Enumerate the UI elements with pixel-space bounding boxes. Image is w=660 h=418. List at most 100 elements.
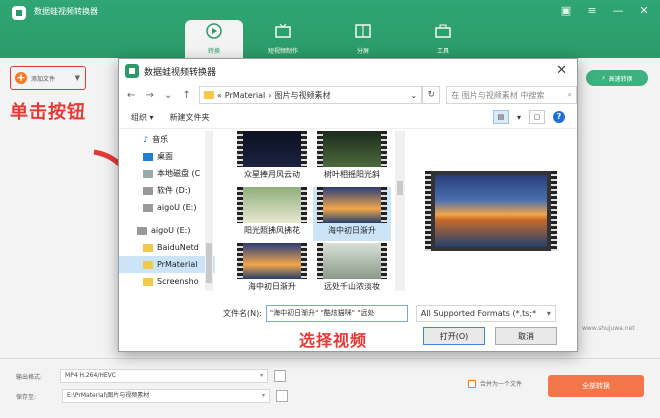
nav-pane: ♪ 音乐 桌面 本地磁盘 (C 软件 (D:) aigoU (E:) aigoU… [119, 131, 215, 291]
format-settings-icon[interactable] [274, 370, 287, 382]
file-item[interactable]: 海中初日渐升 [233, 243, 311, 291]
file-item[interactable]: 树叶相摇阳光斜 [313, 131, 391, 185]
file-list: 众星捧月风云动 树叶相摇阳光斜 阳光照拂风拂花 海中初日渐升 海中初日渐升 远处… [229, 131, 395, 291]
file-item[interactable]: 阳光照拂风拂花 [233, 187, 311, 241]
merge-option[interactable]: 合并为一个文件 [468, 379, 522, 388]
sidebar-item-prmaterial[interactable]: PrMaterial [119, 256, 215, 273]
annotation-click: 单击按钮 [10, 102, 86, 123]
close-icon[interactable]: ✕ [636, 4, 652, 17]
view-controls: ▤ ▾ ▢ ? [492, 110, 565, 124]
address-bar[interactable]: « PrMaterial › 图片与视频素材 ⌄ [198, 86, 423, 104]
breadcrumb-prmaterial[interactable]: PrMaterial [225, 91, 265, 100]
forward-icon[interactable]: → [143, 90, 155, 101]
desktop-icon [143, 152, 153, 161]
cancel-button[interactable]: 取消 [495, 327, 557, 345]
file-item[interactable]: 海中初日渐升 [313, 187, 391, 241]
video-thumbnail [237, 243, 307, 279]
new-folder-button[interactable]: 新建文件夹 [170, 112, 210, 123]
save-to-label: 保存至: [16, 393, 37, 401]
back-icon[interactable]: ← [125, 90, 137, 101]
file-list-scrollbar[interactable] [395, 131, 405, 291]
top-bar: 数据蛙视频转换器 ▣ ≡ — ✕ 转换 短视频制作 分屏 工具 [0, 0, 660, 58]
organize-button[interactable]: 组织 ▾ [131, 112, 154, 123]
video-thumbnail [317, 131, 387, 167]
tab-split-screen[interactable]: 分屏 [323, 20, 403, 58]
folder-icon [143, 277, 153, 286]
music-icon: ♪ [143, 135, 149, 144]
convert-icon [205, 22, 223, 40]
sidebar-item-desktop[interactable]: 桌面 [119, 148, 215, 165]
watermark: www.shujuwa.net [582, 325, 635, 332]
app-window: 数据蛙视频转换器 ▣ ≡ — ✕ 转换 短视频制作 分屏 工具 + 添加文件 ▼… [0, 0, 660, 418]
view-mode-icon[interactable]: ▤ [492, 110, 509, 124]
dialog-title: 数据蛙视频转换器 [144, 67, 217, 78]
dialog-buttons: 打开(O) 取消 [423, 327, 557, 345]
minimize-icon[interactable]: — [610, 4, 626, 17]
sidebar-item-screenshots[interactable]: Screensho [119, 273, 215, 290]
nav-scrollbar[interactable] [205, 131, 213, 291]
tab-convert[interactable]: 转换 [185, 20, 243, 58]
output-format-select[interactable]: MP4 H.264/HEVC [60, 369, 269, 383]
sidebar-item-drive-d[interactable]: 软件 (D:) [119, 182, 215, 199]
drive-icon [143, 186, 153, 195]
tab-tools[interactable]: 工具 [403, 20, 483, 58]
tv-icon [274, 22, 292, 40]
chevron-down-icon[interactable]: ⌄ [411, 91, 418, 100]
refresh-icon[interactable]: ↻ [422, 86, 441, 104]
drive-icon [143, 169, 153, 178]
file-name-input[interactable]: "海中初日渐升" "酷炫猫咪" "远处 [265, 304, 408, 322]
video-thumbnail [237, 187, 307, 223]
app-title: 数据蛙视频转换器 [34, 7, 98, 16]
folder-icon [143, 243, 153, 252]
file-item[interactable]: 众星捧月风云动 [233, 131, 311, 185]
video-thumbnail [237, 131, 307, 167]
add-file-button[interactable]: + 添加文件 ▼ [10, 66, 86, 90]
merge-checkbox[interactable] [468, 379, 476, 388]
file-type-select[interactable]: All Supported Formats (*.ts;* [415, 304, 556, 322]
output-format-row: 输出格式: MP4 H.264/HEVC [16, 369, 287, 383]
video-preview-image [435, 175, 547, 247]
chevron-down-icon[interactable]: ▼ [75, 74, 80, 82]
chevron-down-icon[interactable]: ▾ [517, 113, 521, 122]
app-logo-icon [125, 64, 139, 78]
dialog-title-bar: 数据蛙视频转换器 [119, 59, 577, 83]
high-speed-button[interactable]: ⚡ 高速转换 [586, 70, 648, 86]
folder-icon [143, 260, 153, 269]
navigation-row: ← → ⌄ ↑ « PrMaterial › 图片与视频素材 ⌄ ↻ 在 图片与… [119, 83, 577, 107]
plus-icon: + [15, 71, 27, 84]
sidebar-item-drive-e[interactable]: aigoU (E:) [119, 199, 215, 216]
bolt-icon: ⚡ [601, 74, 606, 82]
drive-icon [143, 203, 153, 212]
split-screen-icon [354, 22, 372, 40]
window-controls: ▣ ≡ — ✕ [558, 4, 652, 17]
output-format-label: 输出格式: [16, 373, 43, 381]
preview-pane-icon[interactable]: ▢ [529, 110, 545, 124]
file-name-row: 文件名(N): "海中初日渐升" "酷炫猫咪" "远处 All Supporte… [119, 303, 579, 323]
chevron-down-icon[interactable]: ⌄ [162, 90, 174, 101]
sidebar-item-drive-c[interactable]: 本地磁盘 (C [119, 165, 215, 182]
sidebar-item-baidunetdisk[interactable]: BaiduNetd [119, 239, 215, 256]
close-icon[interactable]: ✕ [556, 63, 567, 78]
file-name-label: 文件名(N): [223, 308, 262, 318]
open-folder-icon[interactable] [276, 390, 289, 402]
help-icon[interactable]: ? [553, 111, 565, 123]
sidebar-item-music[interactable]: ♪ 音乐 [119, 131, 215, 148]
search-input[interactable]: 在 图片与视频素材 中搜索 ⌕ [446, 86, 577, 104]
drive-icon [137, 226, 147, 235]
convert-all-button[interactable]: 全部转换 [548, 375, 644, 397]
breadcrumb-current[interactable]: 图片与视频素材 [274, 90, 330, 101]
save-to-row: 保存至: E:\PrMaterial\图片与视频素材 [16, 389, 289, 403]
bottom-bar: 输出格式: MP4 H.264/HEVC 保存至: E:\PrMaterial\… [0, 358, 660, 418]
file-item[interactable]: 远处千山浓淡妆 [313, 243, 391, 291]
folder-icon [203, 91, 214, 99]
menu-icon[interactable]: ≡ [584, 4, 600, 17]
open-button[interactable]: 打开(O) [423, 327, 485, 345]
open-file-dialog: 数据蛙视频转换器 ✕ ← → ⌄ ↑ « PrMaterial › 图片与视频素… [118, 58, 578, 352]
tab-short-video[interactable]: 短视频制作 [243, 20, 323, 58]
search-icon: ⌕ [567, 90, 572, 99]
sidebar-item-aigou[interactable]: aigoU (E:) [119, 222, 215, 239]
save-to-select[interactable]: E:\PrMaterial\图片与视频素材 [62, 389, 271, 403]
app-logo-icon [12, 6, 26, 20]
up-icon[interactable]: ↑ [180, 90, 192, 101]
feedback-icon[interactable]: ▣ [558, 4, 574, 17]
